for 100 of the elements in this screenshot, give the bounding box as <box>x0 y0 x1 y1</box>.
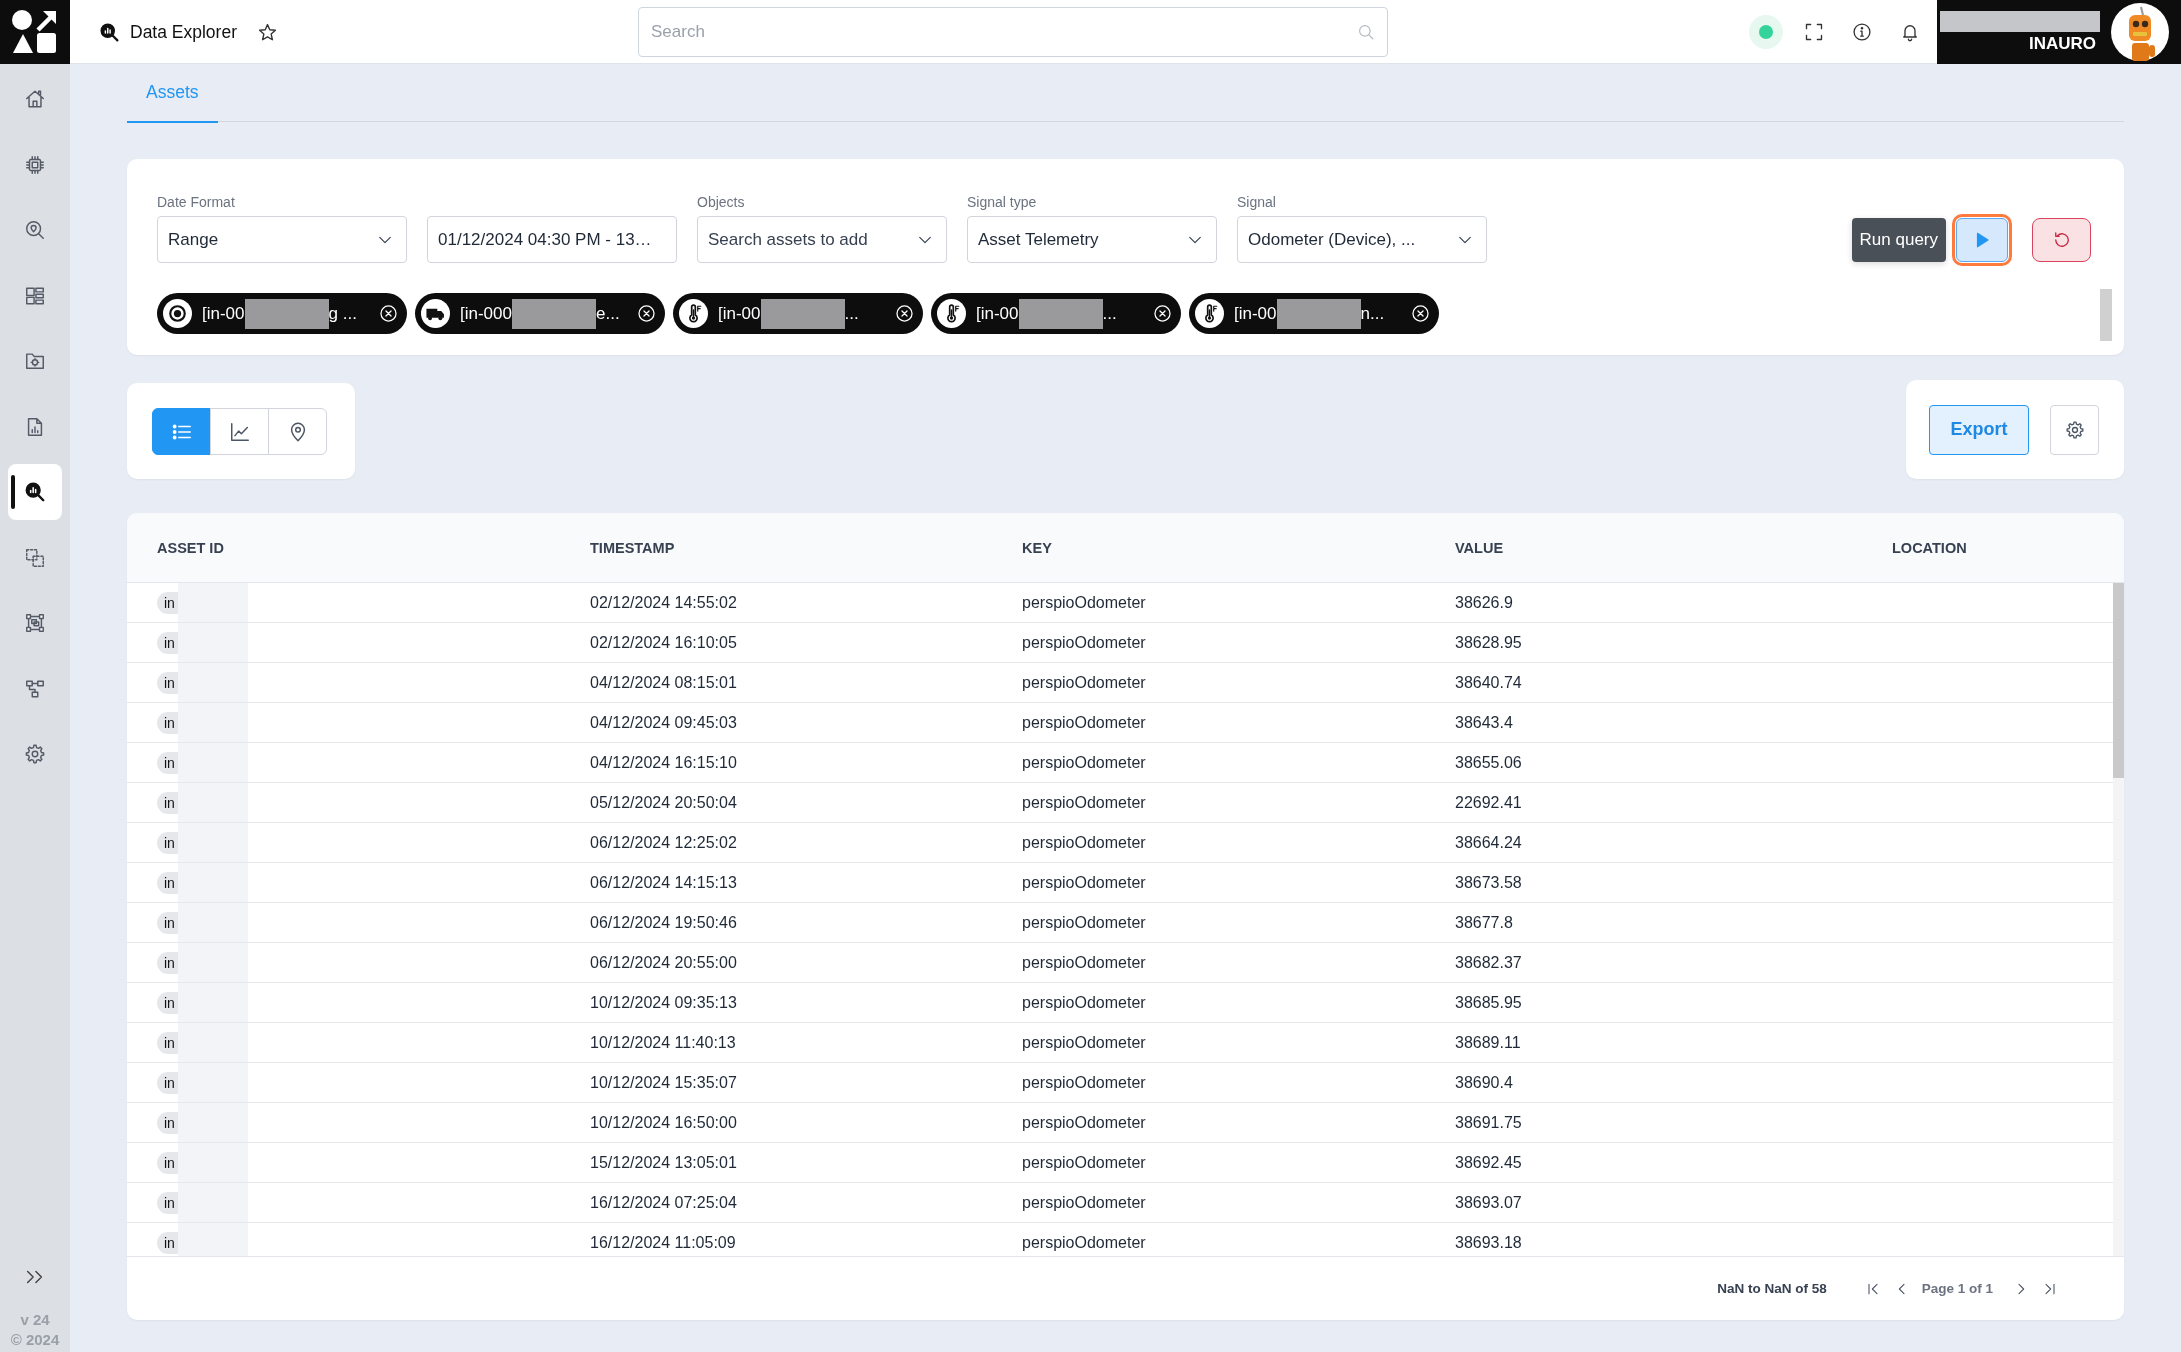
scrollbar[interactable] <box>2113 583 2124 1256</box>
redaction-block <box>177 663 248 702</box>
table-cell-text: 38682.37 <box>1455 953 1523 972</box>
dropdown[interactable]: Odometer (Device), ... <box>1237 216 1487 263</box>
chart-search-icon <box>99 21 120 43</box>
chip-icon[interactable] <box>24 153 46 176</box>
table-cell-text: 38691.75 <box>1455 1113 1523 1132</box>
close-icon[interactable] <box>379 304 398 323</box>
fullscreen-icon[interactable] <box>1804 22 1824 42</box>
folder-gear-icon[interactable] <box>24 350 46 372</box>
column-header[interactable]: VALUE <box>1455 539 1892 556</box>
asset-id-tag: in <box>157 711 178 734</box>
sidebar-item[interactable] <box>8 464 62 520</box>
bell-icon[interactable] <box>1900 22 1920 42</box>
close-icon[interactable] <box>1153 304 1172 323</box>
dropdown[interactable]: Search assets to add <box>697 216 947 263</box>
frame-icon[interactable] <box>24 612 46 634</box>
asset-id-tag: in <box>157 1151 178 1174</box>
table-cell-text: 16/12/2024 07:25:04 <box>590 1193 738 1212</box>
redaction-block <box>177 1183 248 1222</box>
scrollbar-thumb[interactable] <box>2100 289 2112 341</box>
settings-button[interactable] <box>2050 404 2099 455</box>
redaction-block <box>177 1103 248 1142</box>
table-cell-text: 06/12/2024 20:55:00 <box>590 953 738 972</box>
table-cell-text: 38655.06 <box>1455 753 1523 772</box>
chart-search-icon[interactable] <box>24 481 46 503</box>
star-icon[interactable] <box>257 21 278 43</box>
column-header[interactable]: KEY <box>1022 539 1455 556</box>
column-header[interactable]: ASSET ID <box>157 539 590 556</box>
chip-text: e... <box>596 303 620 324</box>
table-cell-text: 38693.18 <box>1455 1233 1523 1252</box>
chip-text: ... <box>1102 303 1117 324</box>
app-logo[interactable] <box>0 0 70 64</box>
account-panel[interactable]: INAURO <box>1937 0 2181 64</box>
column-header[interactable]: TIMESTAMP <box>590 539 1022 556</box>
asset-chip[interactable]: [in-00 g ... <box>157 293 407 334</box>
table-cell-text: perspioOdometer <box>1022 833 1147 852</box>
redaction-block <box>177 703 248 742</box>
info-icon[interactable] <box>1852 22 1872 42</box>
dropdown[interactable]: Range <box>157 216 407 263</box>
gear-icon[interactable] <box>2064 419 2085 440</box>
truck-icon <box>421 299 450 328</box>
thermometer-icon <box>937 299 966 328</box>
hierarchy-icon[interactable] <box>24 677 46 700</box>
line-chart-icon[interactable] <box>228 420 251 443</box>
robot-avatar[interactable] <box>2111 3 2169 61</box>
scrollbar-thumb[interactable] <box>2113 583 2124 778</box>
table-cell-text: 38693.07 <box>1455 1193 1523 1212</box>
location-search-icon[interactable] <box>24 219 46 241</box>
asset-id-tag: in <box>157 1231 178 1254</box>
version-label: v 24 <box>20 1310 50 1330</box>
table-cell-text: 04/12/2024 09:45:03 <box>590 713 738 732</box>
page-indicator: Page 1 of 1 <box>1921 1281 1993 1296</box>
column-header[interactable]: LOCATION <box>1892 539 2124 556</box>
asset-chip[interactable]: [in-00 ... <box>931 293 1181 334</box>
chip-text: [in-000 <box>460 303 512 324</box>
table-cell-text: 38640.74 <box>1455 673 1523 692</box>
asset-id-tag: in <box>157 1031 178 1054</box>
reset-button[interactable] <box>2032 218 2091 262</box>
table-cell-text: 04/12/2024 16:15:10 <box>590 753 738 772</box>
table-cell-text: perspioOdometer <box>1022 633 1147 652</box>
home-icon[interactable] <box>24 88 46 110</box>
table-cell-text: 10/12/2024 15:35:07 <box>590 1073 738 1092</box>
asset-id-tag: in <box>157 1191 178 1214</box>
view-toggle[interactable] <box>152 408 211 455</box>
asset-id-tag: in <box>157 951 178 974</box>
table-cell-text: perspioOdometer <box>1022 1113 1147 1132</box>
asset-id-tag: in <box>157 1111 178 1134</box>
dropdown[interactable]: Asset Telemetry <box>967 216 1217 263</box>
field-label: Objects <box>697 193 746 211</box>
table-cell-text: 10/12/2024 11:40:13 <box>590 1033 737 1052</box>
dashed-squares-icon[interactable] <box>24 546 46 569</box>
close-icon[interactable] <box>1411 304 1430 323</box>
field-label: Signal type <box>967 193 1038 211</box>
gear-icon[interactable] <box>24 743 46 765</box>
chip-text: g ... <box>328 303 357 324</box>
table-cell-text: perspioOdometer <box>1022 593 1147 612</box>
table-cell-text: perspioOdometer <box>1022 1073 1147 1092</box>
table-cell-text: perspioOdometer <box>1022 673 1147 692</box>
table-cell-text: perspioOdometer <box>1022 1193 1147 1212</box>
asset-chip[interactable]: [in-000 e... <box>415 293 665 334</box>
close-icon[interactable] <box>895 304 914 323</box>
table-cell-text: 38673.58 <box>1455 873 1523 892</box>
table-cell-text: 38643.4 <box>1455 713 1514 732</box>
search-field[interactable]: Search <box>638 7 1388 57</box>
asset-chip[interactable]: [in-00 n... <box>1189 293 1439 334</box>
input-field[interactable]: 01/12/2024 04:30 PM - 13… <box>427 216 677 263</box>
chip-text: [in-00 <box>976 303 1019 324</box>
dashboard-icon[interactable] <box>24 284 46 307</box>
table-cell-text: 10/12/2024 16:50:00 <box>590 1113 738 1132</box>
asset-id-tag: in <box>157 871 178 894</box>
asset-id-tag: in <box>157 831 178 854</box>
table-cell-text: 38626.9 <box>1455 593 1514 612</box>
asset-chip[interactable]: [in-00 ... <box>673 293 923 334</box>
table-cell-text: 38692.45 <box>1455 1153 1523 1172</box>
chip-text: ... <box>844 303 859 324</box>
table-cell-text: 05/12/2024 20:50:04 <box>590 793 738 812</box>
tooltip: Run query <box>1851 218 1946 262</box>
redaction-block <box>177 863 248 902</box>
close-icon[interactable] <box>637 304 656 323</box>
